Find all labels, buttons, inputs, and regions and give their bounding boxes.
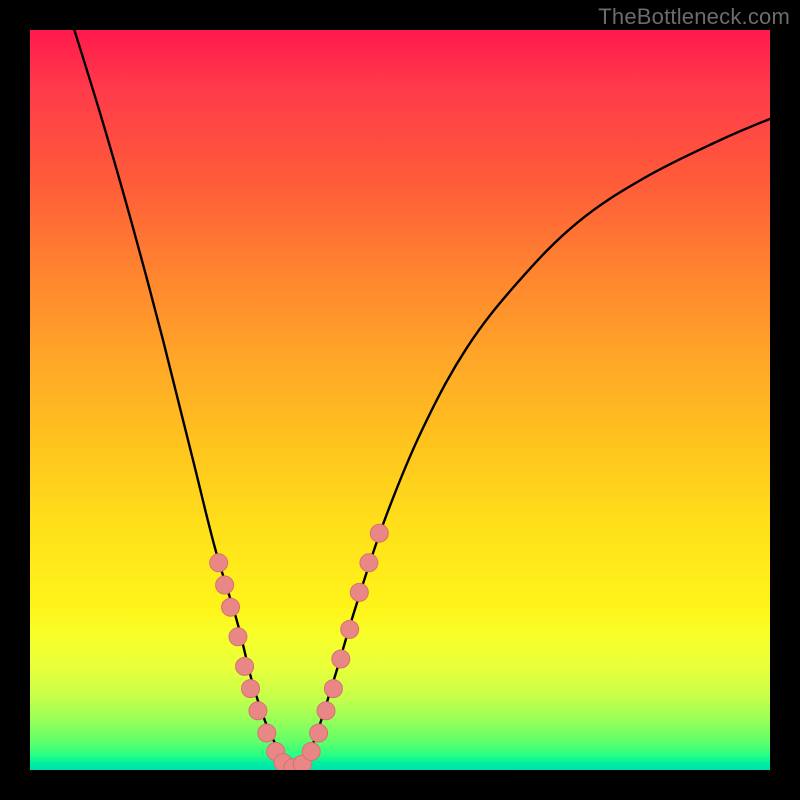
data-marker — [229, 628, 247, 646]
data-marker — [302, 743, 320, 761]
curve-left-branch — [74, 30, 292, 770]
plot-gradient-background — [30, 30, 770, 770]
data-marker — [317, 702, 335, 720]
data-marker — [222, 598, 240, 616]
data-marker — [332, 650, 350, 668]
data-marker — [341, 620, 359, 638]
data-marker — [236, 657, 254, 675]
plot-svg — [30, 30, 770, 770]
data-marker — [370, 524, 388, 542]
data-marker — [249, 702, 267, 720]
curve-right-branch — [293, 119, 770, 770]
data-markers — [210, 524, 389, 770]
data-marker — [216, 576, 234, 594]
data-marker — [258, 724, 276, 742]
watermark-text: TheBottleneck.com — [598, 4, 790, 30]
data-marker — [210, 554, 228, 572]
data-marker — [310, 724, 328, 742]
data-marker — [242, 680, 260, 698]
data-marker — [350, 583, 368, 601]
data-marker — [360, 554, 378, 572]
data-marker — [324, 680, 342, 698]
chart-frame: TheBottleneck.com — [0, 0, 800, 800]
